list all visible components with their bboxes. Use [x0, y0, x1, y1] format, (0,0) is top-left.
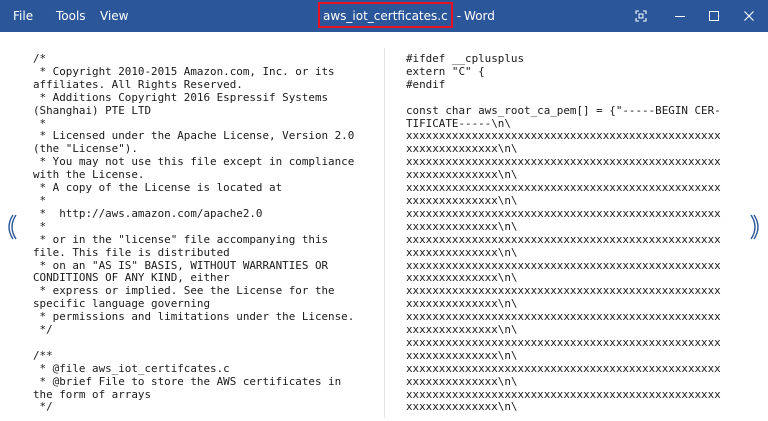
window-title: aws_iot_certficates.c - Word — [318, 0, 495, 32]
chevron-left-icon[interactable] — [6, 212, 20, 242]
left-page-text: /* * Copyright 2010-2015 Amazon.com, Inc… — [33, 52, 355, 414]
page-divider — [384, 48, 385, 418]
document-title: aws_iot_certficates.c — [318, 2, 453, 28]
menu-view[interactable]: View — [98, 0, 130, 32]
title-bar: File Tools View aws_iot_certficates.c - Wo… — [0, 0, 768, 32]
right-page-text: #ifdef __cplusplus extern "C" { #endif c… — [406, 52, 721, 414]
app-name: Word — [464, 9, 495, 23]
close-button[interactable] — [726, 0, 768, 32]
close-icon — [744, 11, 754, 21]
document-view[interactable]: /* * Copyright 2010-2015 Amazon.com, Inc… — [0, 32, 768, 421]
menu-file[interactable]: File — [11, 0, 35, 32]
chevron-right-icon[interactable] — [747, 212, 761, 242]
title-separator: - — [456, 9, 462, 23]
maximize-icon — [709, 11, 719, 21]
fit-page-icon — [635, 10, 647, 22]
minimize-icon — [675, 16, 685, 17]
menu-tools[interactable]: Tools — [54, 0, 88, 32]
